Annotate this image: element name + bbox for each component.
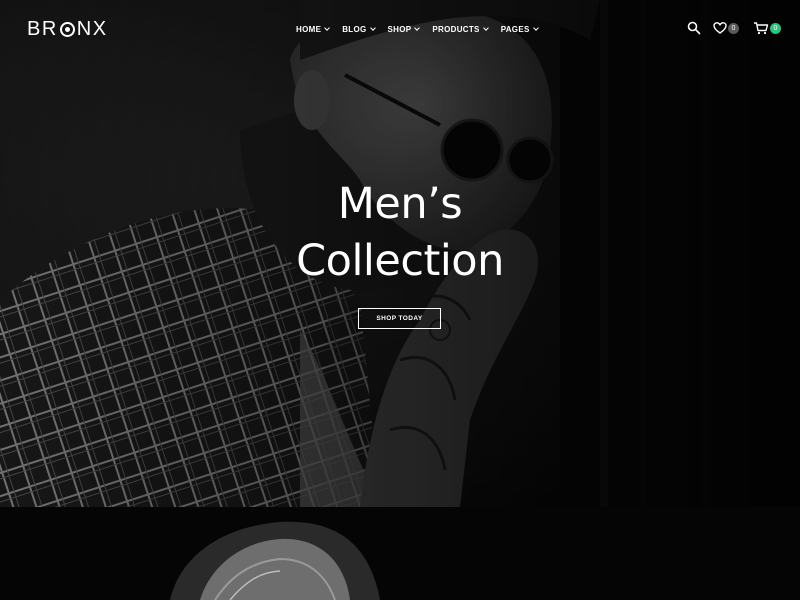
nav-item-blog[interactable]: BLOG [342, 23, 376, 35]
section-photo [0, 507, 800, 600]
page: Men’s Collection SHOP TODAY BR NX HOME B… [0, 0, 800, 600]
hero-title-line1: Men’s [337, 179, 463, 229]
hero-title: Men’s Collection [250, 176, 550, 290]
heart-icon [713, 22, 727, 34]
hero-banner: Men’s Collection SHOP TODAY [0, 0, 800, 507]
logo-text-right: NX [76, 17, 108, 40]
header-icons: 0 0 [687, 21, 781, 35]
nav-item-home[interactable]: HOME [296, 23, 331, 35]
logo-o-mark [59, 21, 75, 37]
nav-item-pages[interactable]: PAGES [500, 23, 539, 35]
nav-item-label: SHOP [387, 24, 412, 34]
wishlist-button[interactable]: 0 [713, 21, 753, 35]
chevron-down-icon [414, 25, 421, 31]
wishlist-count-badge: 0 [728, 22, 739, 34]
logo[interactable]: BR NX [27, 17, 108, 41]
cart-icon [754, 22, 769, 35]
nav-item-products[interactable]: PRODUCTS [432, 23, 489, 35]
nav-item-label: PAGES [500, 24, 530, 34]
hero-title-line2: Collection [296, 236, 504, 286]
cart-button[interactable]: 0 [753, 21, 781, 35]
nav-item-label: BLOG [342, 24, 367, 34]
chevron-down-icon [532, 25, 539, 31]
chevron-down-icon [324, 25, 331, 31]
chevron-down-icon [482, 25, 489, 31]
nav-item-label: PRODUCTS [432, 24, 480, 34]
logo-text-left: BR [27, 17, 58, 40]
main-nav: HOME BLOG SHOP PRODUCTS PAGES [296, 23, 551, 35]
nav-item-label: HOME [296, 24, 322, 34]
shop-today-button[interactable]: SHOP TODAY [358, 308, 441, 329]
site-header: BR NX HOME BLOG SHOP PRODUCTS PAGES 0 0 [0, 0, 800, 58]
cart-count-badge: 0 [770, 22, 781, 34]
search-icon [687, 21, 701, 35]
women-collection-banner [0, 507, 800, 600]
chevron-down-icon [369, 25, 376, 31]
search-button[interactable] [687, 21, 713, 35]
nav-item-shop[interactable]: SHOP [387, 23, 421, 35]
